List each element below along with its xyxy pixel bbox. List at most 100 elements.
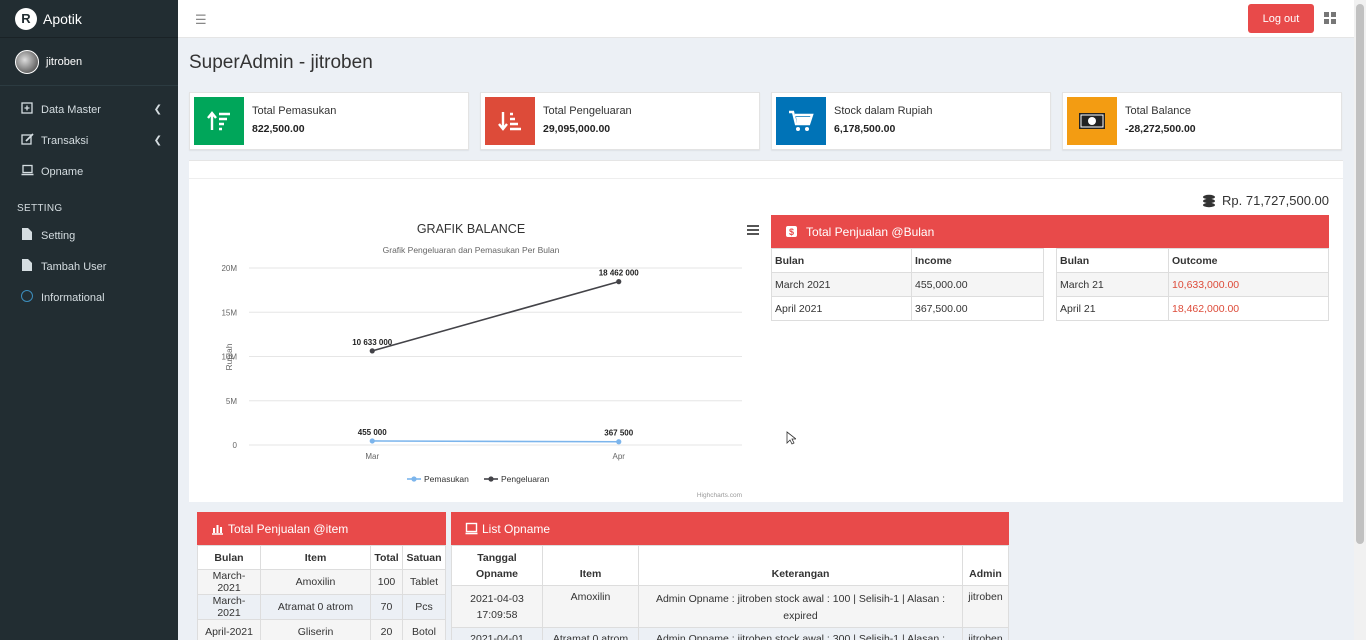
info-box-value: -28,272,500.00 <box>1125 123 1196 135</box>
svg-text:$: $ <box>789 227 794 237</box>
table-row: 2021-04-01 Atramat 0 atrom Admin Opname … <box>451 627 1009 640</box>
table-cell: 18,462,000.00 <box>1168 296 1329 321</box>
penjualan-item-table: Bulan Item Total Satuan March-2021 Amoxi… <box>197 545 446 640</box>
sort-amount-up-icon <box>194 97 244 145</box>
laptop-icon <box>20 164 34 179</box>
plus-square-icon <box>20 102 34 117</box>
panel-title: Total Penjualan @Bulan <box>806 224 935 239</box>
table-cell: March 2021 <box>771 272 912 297</box>
data-point <box>616 279 622 285</box>
legend-item[interactable]: Pemasukan <box>407 474 469 484</box>
y-tick-label: 0 <box>233 441 238 450</box>
bar-chart-icon <box>212 525 223 535</box>
column-header: Item <box>542 545 639 586</box>
data-point <box>369 438 375 444</box>
table-cell: Admin Opname : jitroben stock awal : 100… <box>638 585 963 628</box>
chart-context-menu-icon[interactable] <box>747 225 759 235</box>
column-header: Income <box>911 248 1044 273</box>
x-tick-label: Apr <box>613 452 626 461</box>
table-cell: 10,633,000.00 <box>1168 272 1329 297</box>
data-label: 18 462 000 <box>599 269 640 278</box>
dollar-icon: $ <box>786 226 797 237</box>
chevron-left-icon: ❮ <box>153 104 162 115</box>
data-label: 367 500 <box>604 429 633 438</box>
table-cell: jitroben <box>962 627 1009 640</box>
edit-icon <box>20 133 34 148</box>
table-cell: Amoxilin <box>260 569 371 595</box>
avatar <box>15 49 39 74</box>
table-cell: March 21 <box>1056 272 1169 297</box>
content-area: SuperAdmin - jitroben Total Pemasukan 82… <box>178 38 1354 640</box>
table-row: March 21 10,633,000.00 <box>1056 272 1329 297</box>
sidebar-menu: Data Master ❮ Transaksi ❮ Opname SETTING… <box>0 86 178 313</box>
user-panel[interactable]: jitroben <box>0 38 178 86</box>
sidebar-item-transaksi[interactable]: Transaksi ❮ <box>0 125 178 156</box>
balance-chart: GRAFIK BALANCE Grafik Pengeluaran dan Pe… <box>199 211 759 501</box>
info-box-balance: Total Balance -28,272,500.00 <box>1062 92 1342 150</box>
panel-title: List Opname <box>482 521 551 536</box>
info-box-pengeluaran: Total Pengeluaran 29,095,000.00 <box>480 92 760 150</box>
table-cell: 455,000.00 <box>911 272 1044 297</box>
table-cell: Atramat 0 atrom <box>542 627 639 640</box>
sidebar-header-setting: SETTING <box>17 203 63 214</box>
balance-chart-svg: GRAFIK BALANCE Grafik Pengeluaran dan Pe… <box>221 222 742 499</box>
sidebar-item-informational[interactable]: Informational <box>0 282 178 313</box>
brand[interactable]: R Apotik <box>0 0 178 38</box>
opname-table: Tanggal Opname Item Keterangan Admin 202… <box>451 545 1009 640</box>
brand-name: Apotik <box>43 10 82 27</box>
panel-header: Total Penjualan @item <box>197 512 446 545</box>
table-cell: 20 <box>370 619 403 640</box>
grid-icon[interactable] <box>1324 12 1336 24</box>
brand-logo-icon: R <box>15 7 37 30</box>
table-cell: Pcs <box>402 594 446 620</box>
table-cell: Tablet <box>402 569 446 595</box>
legend-item[interactable]: Pengeluaran <box>484 474 549 484</box>
column-header: Tanggal Opname <box>451 545 543 586</box>
info-box-pemasukan: Total Pemasukan 822,500.00 <box>189 92 469 150</box>
table-row: April 21 18,462,000.00 <box>1056 296 1329 321</box>
data-point <box>369 348 375 354</box>
table-row: April 2021 367,500.00 <box>771 296 1044 321</box>
income-table: Bulan Income March 2021 455,000.00 April… <box>771 248 1044 321</box>
table-cell: Botol <box>402 619 446 640</box>
panel-header: $ Total Penjualan @Bulan <box>771 215 1329 248</box>
table-cell: April-2021 <box>197 619 261 640</box>
table-cell: April 2021 <box>771 296 912 321</box>
sidebar-item-tambah-user[interactable]: Tambah User <box>0 251 178 282</box>
sidebar-item-opname[interactable]: Opname <box>0 156 178 187</box>
scrollbar-thumb[interactable] <box>1356 4 1364 544</box>
legend-marker <box>488 476 494 482</box>
legend-marker <box>411 476 417 482</box>
file-icon <box>20 228 34 243</box>
column-header: Bulan <box>197 545 261 570</box>
sidebar: R Apotik jitroben Data Master ❮ Transaks… <box>0 0 178 640</box>
column-header: Satuan <box>402 545 446 570</box>
info-box-value: 29,095,000.00 <box>543 123 611 135</box>
series-line <box>372 280 619 352</box>
table-row: April-2021 Gliserin 20 Botol <box>197 619 446 640</box>
info-box-value: 822,500.00 <box>252 123 305 135</box>
sidebar-item-data-master[interactable]: Data Master ❮ <box>0 94 178 125</box>
panel-header <box>189 161 1343 179</box>
table-cell: Admin Opname : jitroben stock awal : 300… <box>638 627 963 640</box>
info-box-label: Total Pemasukan <box>252 105 337 117</box>
sidebar-item-label: Informational <box>41 291 105 304</box>
chart-credits[interactable]: Highcharts.com <box>697 492 742 499</box>
page-scrollbar[interactable] <box>1354 0 1366 640</box>
sidebar-toggle-icon[interactable]: ☰ <box>195 12 207 28</box>
table-cell: 2021-04-03 17:09:58 <box>451 585 543 628</box>
table-row: March-2021 Atramat 0 atrom 70 Pcs <box>197 594 446 620</box>
table-row: 2021-04-03 17:09:58 Amoxilin Admin Opnam… <box>451 585 1009 628</box>
sidebar-item-label: Transaksi <box>41 134 89 147</box>
column-header: Outcome <box>1168 248 1329 273</box>
opname-panel: List Opname Tanggal Opname Item Keterang… <box>451 512 1009 640</box>
penjualan-bulan-panel: $ Total Penjualan @Bulan Bulan Income Ma… <box>771 215 1329 321</box>
column-header: Keterangan <box>638 545 963 586</box>
total-balance: Rp. 71,727,500.00 <box>1202 193 1329 208</box>
data-label: 455 000 <box>358 428 387 437</box>
column-header: Bulan <box>1056 248 1169 273</box>
logout-button[interactable]: Log out <box>1248 4 1314 33</box>
sidebar-item-setting[interactable]: Setting <box>0 220 178 251</box>
sidebar-item-label: Data Master <box>41 103 101 116</box>
table-cell: March-2021 <box>197 569 261 595</box>
